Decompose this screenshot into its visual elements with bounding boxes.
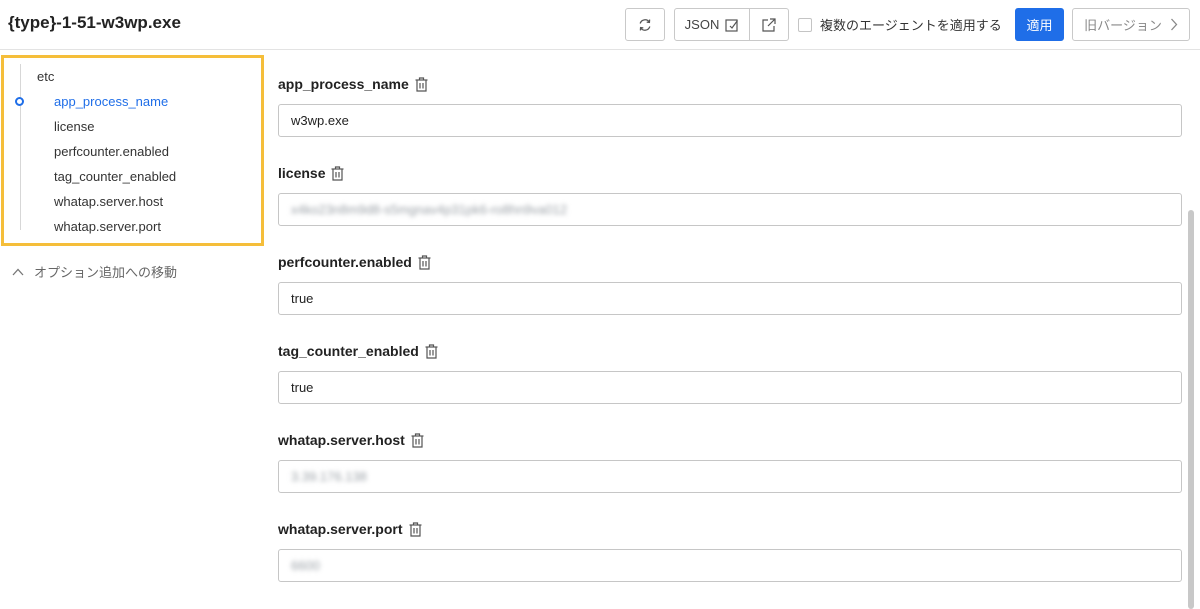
tree-item-perfcounter-enabled[interactable]: perfcounter.enabled: [54, 144, 169, 159]
edit-icon: [725, 18, 739, 32]
field-name: tag_counter_enabled: [278, 343, 419, 359]
old-version-label: 旧バージョン: [1084, 18, 1162, 33]
perfcounter-enabled-input[interactable]: true: [278, 282, 1182, 315]
field-name: app_process_name: [278, 76, 409, 92]
field-label-tag-counter-enabled: tag_counter_enabled: [278, 343, 438, 359]
trash-icon[interactable]: [415, 76, 428, 92]
move-option-label: オプション追加への移動: [34, 265, 178, 280]
field-name: perfcounter.enabled: [278, 254, 412, 270]
tree-line: [20, 64, 21, 230]
external-link-icon: [762, 17, 776, 32]
scrollbar[interactable]: [1188, 210, 1194, 609]
tree-item-whatap-server-host[interactable]: whatap.server.host: [54, 194, 163, 209]
old-version-button[interactable]: 旧バージョン: [1072, 8, 1190, 41]
page-title: {type}-1-51-w3wp.exe: [8, 13, 181, 32]
field-name: license: [278, 165, 326, 181]
trash-icon[interactable]: [411, 432, 424, 448]
tree-item-license[interactable]: license: [54, 119, 94, 134]
multi-agent-checkbox[interactable]: [798, 17, 812, 32]
json-edit-button[interactable]: JSON: [674, 8, 750, 41]
field-value: 6600: [291, 558, 320, 573]
option-tree: etc app_process_name license perfcounter…: [1, 55, 264, 246]
export-button[interactable]: [749, 8, 789, 41]
field-value: true: [291, 380, 314, 395]
trash-icon[interactable]: [425, 343, 438, 359]
move-to-add-option[interactable]: オプション追加への移動: [12, 262, 177, 281]
field-label-license: license: [278, 165, 344, 181]
multi-agent-label: 複数のエージェントを適用する: [820, 18, 1002, 33]
field-value: w3wp.exe: [291, 113, 349, 128]
json-label: JSON: [684, 17, 720, 32]
tag-counter-enabled-input[interactable]: true: [278, 371, 1182, 404]
field-value: x4ko23n8m9d8-s5mgnav4p31pk6-ro8hn9va012: [291, 202, 568, 217]
field-name: whatap.server.host: [278, 432, 405, 448]
tree-item-tag-counter-enabled[interactable]: tag_counter_enabled: [54, 169, 176, 184]
refresh-button[interactable]: [625, 8, 665, 41]
tree-item-whatap-server-port[interactable]: whatap.server.port: [54, 219, 161, 234]
trash-icon[interactable]: [331, 165, 344, 181]
trash-icon[interactable]: [409, 521, 422, 537]
tree-root-etc[interactable]: etc: [37, 69, 54, 84]
app-process-name-input[interactable]: w3wp.exe: [278, 104, 1182, 137]
apply-button[interactable]: 適用: [1015, 8, 1064, 41]
header-bar: {type}-1-51-w3wp.exe JSON 複数のエージェントを適用する…: [0, 0, 1200, 50]
refresh-icon: [639, 18, 651, 31]
field-name: whatap.server.port: [278, 521, 403, 537]
whatap-server-port-input[interactable]: 6600: [278, 549, 1182, 582]
chevron-up-icon: [12, 268, 24, 275]
chevron-right-icon: [1170, 18, 1178, 31]
trash-icon[interactable]: [418, 254, 431, 270]
license-input[interactable]: x4ko23n8m9d8-s5mgnav4p31pk6-ro8hn9va012: [278, 193, 1182, 226]
field-label-whatap-server-host: whatap.server.host: [278, 432, 424, 448]
field-value: true: [291, 291, 314, 306]
whatap-server-host-input[interactable]: 3.39.176.138: [278, 460, 1182, 493]
field-value: 3.39.176.138: [291, 469, 367, 484]
field-label-perfcounter-enabled: perfcounter.enabled: [278, 254, 431, 270]
field-label-app-process-name: app_process_name: [278, 76, 428, 92]
tree-item-app-process-name[interactable]: app_process_name: [54, 94, 168, 109]
field-label-whatap-server-port: whatap.server.port: [278, 521, 422, 537]
active-node-marker: [15, 97, 24, 106]
multi-agent-option[interactable]: 複数のエージェントを適用する: [798, 15, 1002, 34]
